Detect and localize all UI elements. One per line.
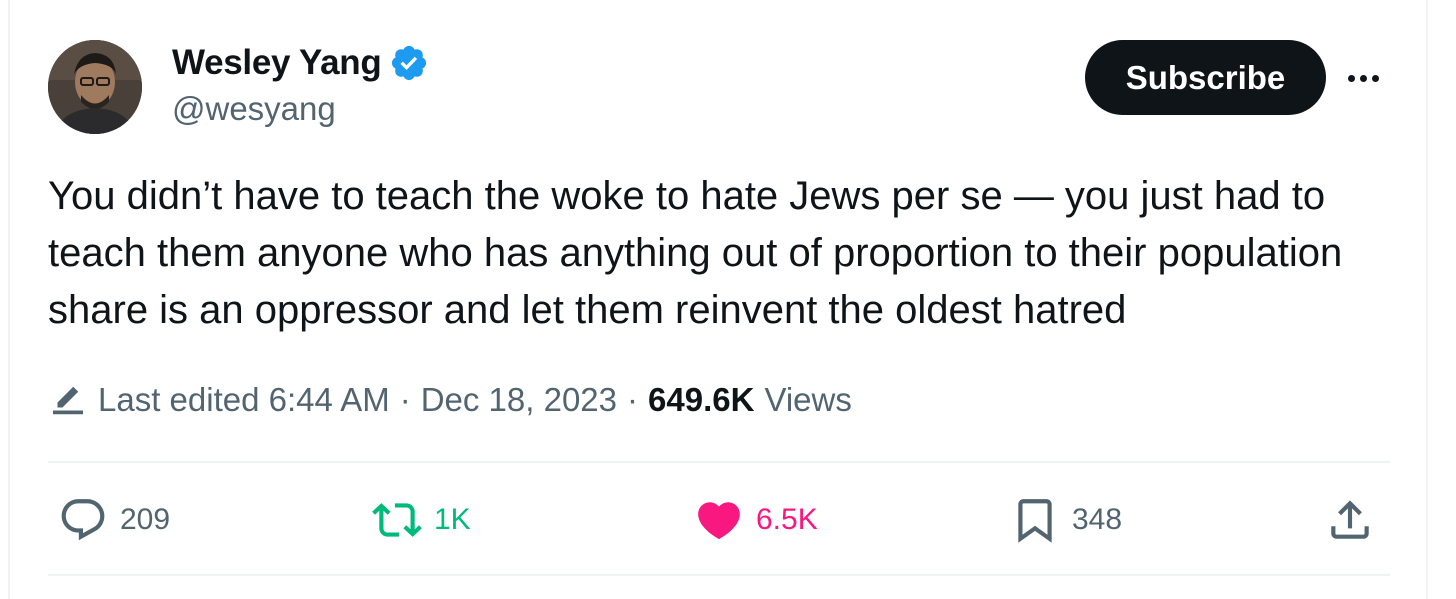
reply-icon [61,499,105,541]
edit-pencil-icon [53,386,83,415]
reply-button[interactable]: 209 [58,490,170,550]
more-dot [1359,74,1367,82]
views-label: Views [764,381,852,418]
action-bar: 209 1K 6.5K 348 [0,490,1456,550]
tweet-meta: Last edited 6:44 AM · Dec 18, 2023 · 649… [50,378,852,422]
tweet-date[interactable]: Dec 18, 2023 [421,381,617,419]
subscribe-button[interactable]: Subscribe [1085,40,1326,115]
heart-icon [698,502,740,540]
divider [48,461,1390,463]
more-dot [1371,74,1379,82]
like-button[interactable]: 6.5K [694,490,818,550]
tweet-text: You didn’t have to teach the woke to hat… [48,174,1343,332]
more-dot [1347,74,1355,82]
bookmark-count: 348 [1072,503,1123,536]
views-count: 649.6K [648,381,755,418]
author-name-row: Wesley Yang [172,40,429,86]
avatar[interactable] [48,40,142,134]
bookmark-button[interactable]: 348 [1010,490,1122,550]
author-display-name[interactable]: Wesley Yang [172,43,382,83]
more-options-icon[interactable] [1343,58,1383,98]
edited-timestamp[interactable]: Last edited 6:44 AM [98,381,390,419]
meta-separator: · [399,381,411,418]
reply-count: 209 [120,503,171,536]
bookmark-icon [1018,499,1052,543]
verified-badge-icon [392,45,427,81]
repost-count: 1K [434,503,471,536]
repost-button[interactable]: 1K [372,490,471,550]
meta-separator: · [627,381,639,418]
divider [48,574,1390,576]
author-handle[interactable]: @wesyang [172,90,336,128]
share-icon [1331,500,1369,539]
repost-icon [372,503,422,537]
share-button[interactable] [1325,490,1375,550]
like-count: 6.5K [756,503,818,536]
